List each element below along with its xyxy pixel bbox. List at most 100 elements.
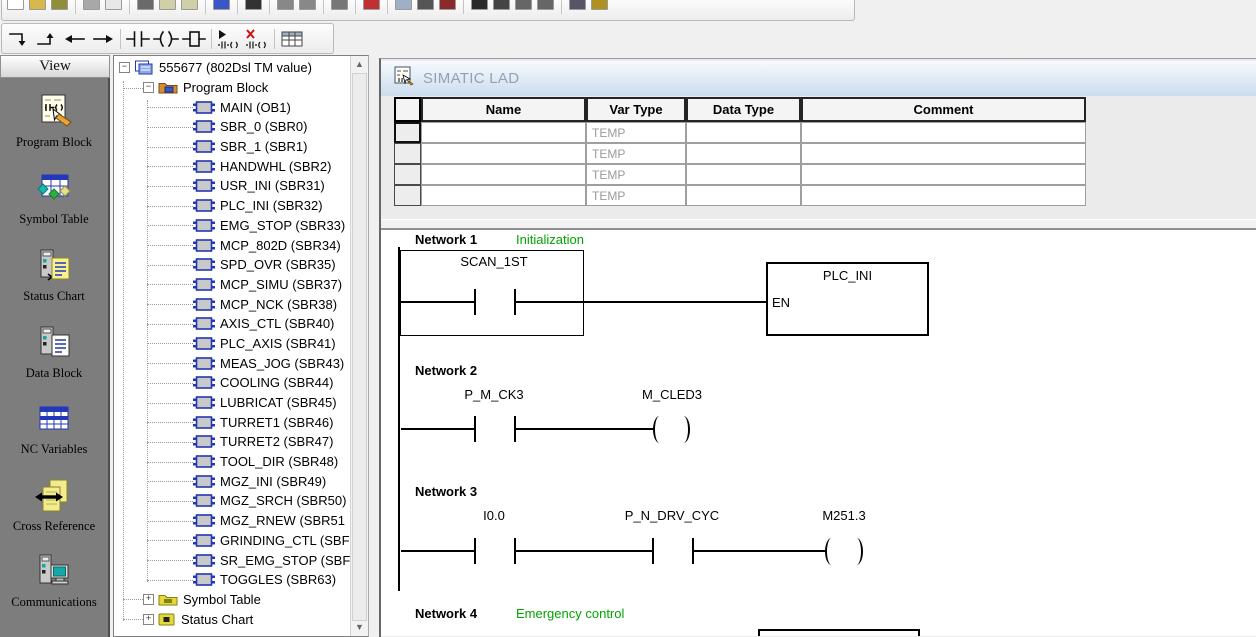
print-preview-icon[interactable] (105, 0, 122, 10)
tree-expander-plus-icon[interactable]: + (143, 614, 154, 625)
tree-expander-minus-icon[interactable]: − (143, 82, 154, 93)
tree-item-program-block[interactable]: − Program Block (114, 78, 351, 98)
coil-button[interactable] (152, 26, 180, 52)
sort-descending-icon[interactable] (299, 0, 316, 10)
tree-item-mgz-ini-sbr49[interactable]: MGZ_INI (SBR49) (114, 471, 351, 491)
ladder-line-left-button[interactable] (61, 26, 89, 52)
partial-box[interactable] (758, 629, 920, 636)
tree-item-tool-dir-sbr48[interactable]: TOOL_DIR (SBR48) (114, 452, 351, 472)
contact-label[interactable]: I0.0 (434, 508, 554, 523)
var-table-cell[interactable]: TEMP (586, 122, 686, 143)
sidebar-item-nc-variables[interactable]: NC Variables (0, 400, 108, 457)
contact-bar[interactable] (652, 538, 654, 564)
subroutine-call-box[interactable]: PLC_INI EN (766, 262, 929, 336)
scroll-up-icon[interactable]: ▲ (351, 56, 368, 73)
contact-label[interactable]: P_M_CK3 (434, 387, 554, 402)
var-table-row-header[interactable] (394, 185, 421, 206)
var-table-cell[interactable]: TEMP (586, 164, 686, 185)
contact-bar[interactable] (474, 289, 476, 315)
ladder-line-right-button[interactable] (89, 26, 117, 52)
var-table-cell[interactable] (801, 143, 1086, 164)
tree-item-handwhl-sbr2[interactable]: HANDWHL (SBR2) (114, 156, 351, 176)
box-button[interactable] (180, 26, 208, 52)
var-table-cell[interactable] (421, 164, 586, 185)
tree-item-main-ob1[interactable]: MAIN (OB1) (114, 97, 351, 117)
ladder-line-up-button[interactable] (33, 26, 61, 52)
coil-arc[interactable] (677, 416, 690, 443)
network-1-comment[interactable]: Initialization (516, 232, 584, 247)
contact-label[interactable]: SCAN_1ST (434, 254, 554, 269)
tree-item-sbr-1-sbr1[interactable]: SBR_1 (SBR1) (114, 137, 351, 157)
var-table-cell[interactable] (686, 164, 801, 185)
var-table-cell[interactable] (421, 122, 586, 143)
var-table-cell[interactable] (686, 143, 801, 164)
var-table-cell[interactable] (421, 143, 586, 164)
tree-item-plc-ini-sbr32[interactable]: PLC_INI (SBR32) (114, 196, 351, 216)
lock-icon[interactable] (591, 0, 608, 10)
tree-item-turret2-sbr47[interactable]: TURRET2 (SBR47) (114, 432, 351, 452)
var-table-header-comment[interactable]: Comment (801, 97, 1086, 122)
scroll-down-icon[interactable]: ▼ (351, 619, 368, 636)
scrollbar-thumb[interactable] (352, 73, 367, 621)
stop-mode-icon[interactable] (493, 0, 510, 10)
tree-item-mcp-simu-sbr37[interactable]: MCP_SIMU (SBR37) (114, 275, 351, 295)
find-icon[interactable] (137, 0, 154, 10)
table-view-button[interactable] (278, 26, 306, 52)
network-2-label[interactable]: Network 2 (415, 363, 477, 378)
network-4-comment[interactable]: Emergency control (516, 606, 624, 621)
split-bars-icon[interactable] (245, 0, 262, 10)
save-project-icon[interactable] (51, 0, 68, 10)
remove-icon[interactable] (439, 0, 456, 10)
tree-item-mgz-srch-sbr50[interactable]: MGZ_SRCH (SBR50) (114, 491, 351, 511)
var-table-header-var-type[interactable]: Var Type (586, 97, 686, 122)
var-table-header[interactable] (394, 97, 421, 122)
tree-item-spd-ovr-sbr35[interactable]: SPD_OVR (SBR35) (114, 255, 351, 275)
coil-label[interactable]: M_CLED3 (612, 387, 732, 402)
network-4-label[interactable]: Network 4 (415, 606, 477, 621)
var-table-row-header[interactable] (394, 122, 421, 143)
delete-element-button[interactable] (243, 26, 271, 52)
tree-expander-plus-icon[interactable]: + (143, 594, 154, 605)
coil-arc[interactable] (850, 538, 863, 565)
print-icon[interactable] (83, 0, 100, 10)
tree-item-mgz-rnew-sbr51[interactable]: MGZ_RNEW (SBR51 (114, 511, 351, 531)
sidebar-item-cross-reference[interactable]: Cross Reference (0, 477, 108, 534)
contact-bar[interactable] (474, 416, 476, 442)
bookmark-icon[interactable] (569, 0, 586, 10)
var-table-header-data-type[interactable]: Data Type (686, 97, 801, 122)
copy-icon[interactable] (159, 0, 176, 10)
tree-expander-minus-icon[interactable]: − (119, 62, 130, 73)
coil-label[interactable]: M251.3 (784, 508, 904, 523)
tree-item-status-chart[interactable]: + Status Chart (114, 609, 351, 629)
tree-item-grinding-ctl-sbf[interactable]: GRINDING_CTL (SBF (114, 531, 351, 551)
ladder-line-down-button[interactable] (5, 26, 33, 52)
var-table-cell[interactable]: TEMP (586, 185, 686, 206)
sidebar-item-status-chart[interactable]: Status Chart (0, 247, 108, 304)
tree-item-turret1-sbr46[interactable]: TURRET1 (SBR46) (114, 412, 351, 432)
insert-element-button[interactable] (215, 26, 243, 52)
contact-bar[interactable] (474, 538, 476, 564)
tree-item-symbol-table[interactable]: + Symbol Table (114, 590, 351, 610)
zoom-icon[interactable] (331, 0, 348, 10)
chart-status-icon[interactable] (537, 0, 554, 10)
pane-splitter[interactable] (381, 219, 1256, 230)
coil-arc[interactable] (825, 538, 838, 565)
sidebar-item-symbol-table[interactable]: Symbol Table (0, 170, 108, 227)
tree-item-555677-802dsl-tm-value[interactable]: − 555677 (802Dsl TM value) (114, 58, 351, 78)
new-document-icon[interactable] (7, 0, 24, 10)
pause-icon[interactable] (417, 0, 434, 10)
sidebar-item-program-block[interactable]: Program Block (0, 93, 108, 150)
tree-item-mcp-nck-sbr38[interactable]: MCP_NCK (SBR38) (114, 294, 351, 314)
tree-item-cooling-sbr44[interactable]: COOLING (SBR44) (114, 373, 351, 393)
view-bar-header[interactable]: View (0, 55, 110, 78)
var-table-cell[interactable] (421, 185, 586, 206)
tree-item-toggles-sbr63[interactable]: TOGGLES (SBR63) (114, 570, 351, 590)
var-table-cell[interactable]: TEMP (586, 143, 686, 164)
var-table-cell[interactable] (686, 122, 801, 143)
lad-title-bar[interactable]: SIMATIC LAD (381, 61, 1256, 96)
open-project-icon[interactable] (29, 0, 46, 10)
program-status-icon[interactable] (515, 0, 532, 10)
var-table-cell[interactable] (686, 185, 801, 206)
var-table-row-header[interactable] (394, 143, 421, 164)
tree-item-sr-emg-stop-sbf[interactable]: SR_EMG_STOP (SBF (114, 550, 351, 570)
